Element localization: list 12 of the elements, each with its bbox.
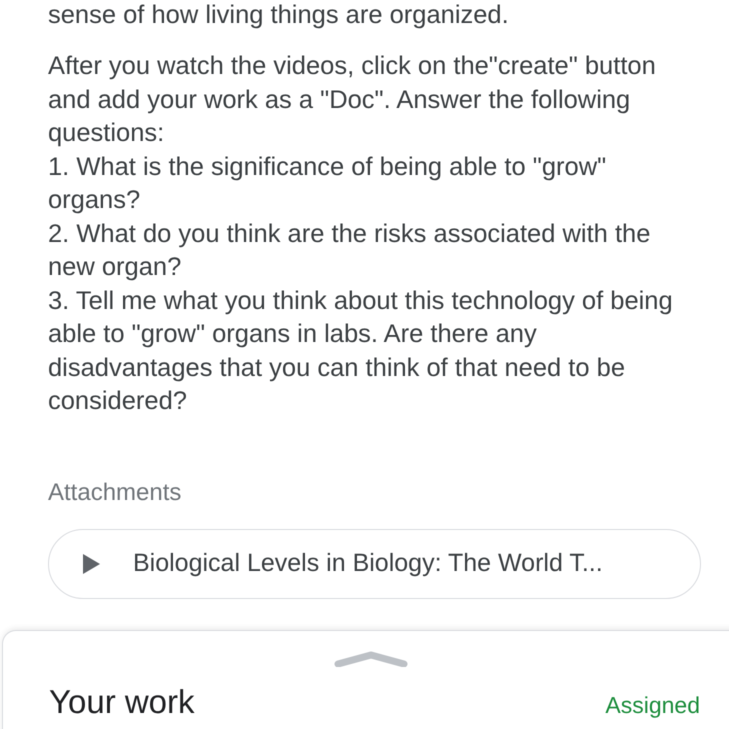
question-text: 3. Tell me what you think about this technology of being able to "grow" organs in labs. Are there any disadvantages that you can think of that need to be considered? <box>48 286 674 417</box>
description-text: sense of how living things are organized. <box>48 0 510 30</box>
status-label: Assigned <box>605 692 700 719</box>
question-text: 2. What do you think are the risks associated with the new organ? <box>48 218 652 283</box>
attachments-heading: Attachments <box>47 478 182 506</box>
chevron-up-icon[interactable] <box>334 651 408 667</box>
attachment-card[interactable]: Biological Levels in Biology: The World T... <box>48 528 701 598</box>
attachment-title: Biological Levels in Biology: The World T... <box>133 549 603 578</box>
your-work-title: Your work <box>49 683 195 721</box>
instructions-paragraph: After you watch the videos, click on the"create" button and add your work as a "Doc". Answer the following questions: <box>48 51 657 149</box>
play-icon <box>81 552 101 574</box>
question-text: 1. What is the significance of being able to "grow" organs? <box>48 152 608 216</box>
